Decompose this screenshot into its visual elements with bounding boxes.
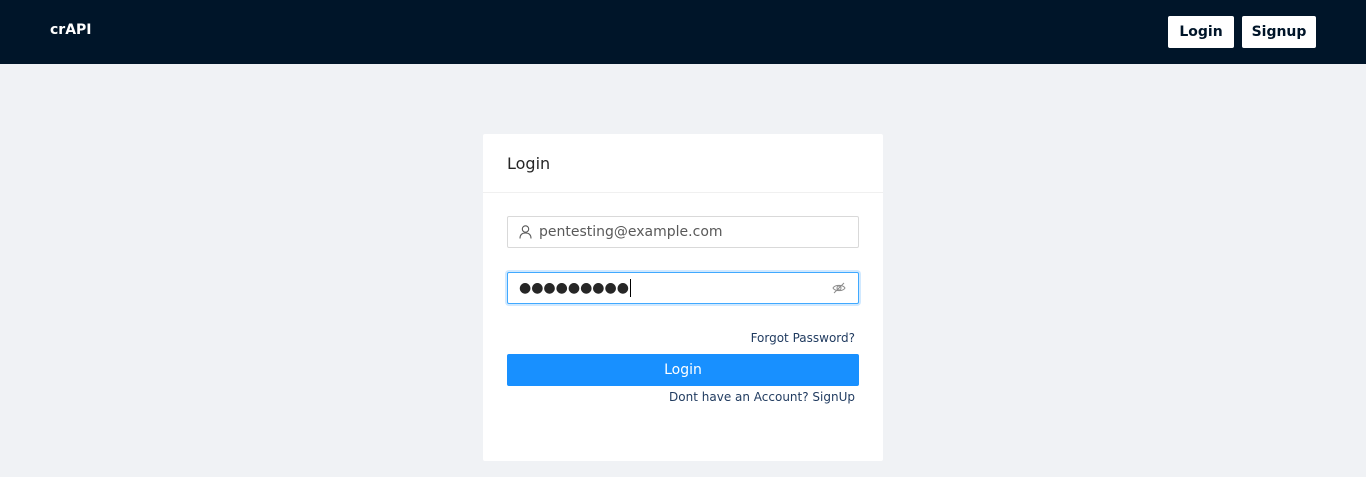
password-field[interactable]: ●●●●●●●●●	[507, 272, 859, 304]
top-header: crAPI Login Signup	[0, 0, 1366, 64]
login-card: Login ●●●●●●●●● Forgot Password? Login D…	[483, 134, 883, 461]
forgot-password-link[interactable]: Forgot Password?	[751, 331, 855, 345]
password-input[interactable]: ●●●●●●●●●	[519, 274, 831, 302]
email-input[interactable]	[539, 218, 847, 246]
login-submit-button[interactable]: Login	[507, 354, 859, 386]
user-icon	[519, 225, 533, 239]
password-masked-value: ●●●●●●●●●	[519, 280, 629, 296]
header-login-button[interactable]: Login	[1168, 16, 1234, 48]
brand-logo: crAPI	[50, 22, 92, 38]
email-field[interactable]	[507, 216, 859, 248]
login-card-title: Login	[483, 134, 883, 193]
text-caret	[629, 279, 631, 297]
eye-invisible-icon[interactable]	[831, 280, 847, 296]
header-signup-button[interactable]: Signup	[1242, 16, 1316, 48]
signup-link[interactable]: Dont have an Account? SignUp	[669, 390, 855, 404]
